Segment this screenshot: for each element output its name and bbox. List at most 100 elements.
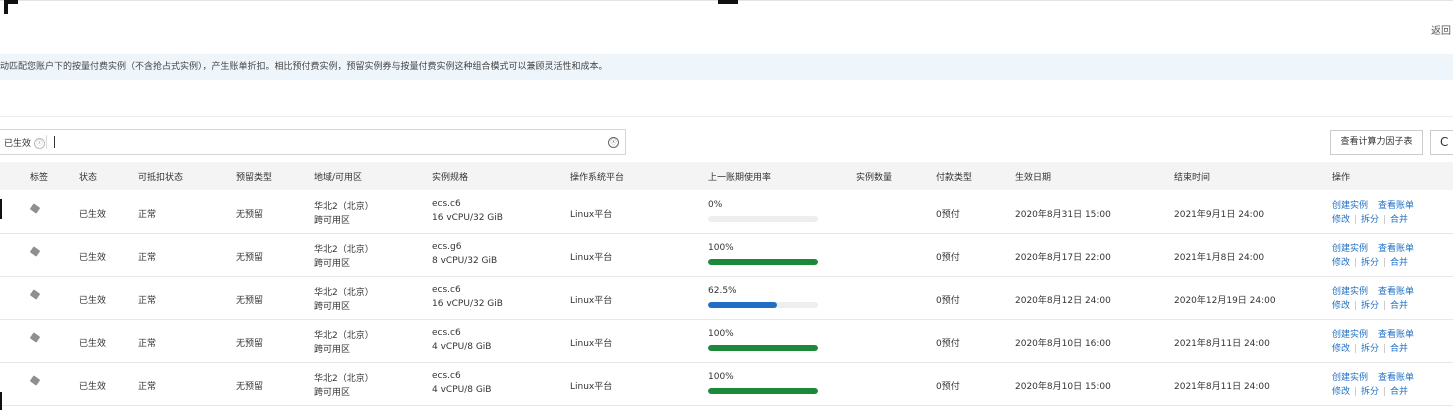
table-header: 标签 状态 可抵扣状态 预留类型 地域/可用区 实例规格 操作系统平台 上一账期… <box>0 162 1453 190</box>
end-date-cell: 2021年8月11日 24:00 <box>1174 339 1270 349</box>
column-header: 生效日期 <box>1015 173 1052 183</box>
clear-icon[interactable]: ⓧ <box>608 137 619 148</box>
spec-cell: ecs.g6 <box>432 242 462 252</box>
link-divider <box>1384 343 1386 353</box>
os-cell: Linux平台 <box>570 210 613 220</box>
modify-link[interactable]: 修改 <box>1332 215 1350 225</box>
tag-icon[interactable] <box>29 375 41 386</box>
column-header: 可抵扣状态 <box>138 173 184 183</box>
create-instance-link[interactable]: 创建实例 <box>1332 287 1368 297</box>
link-divider <box>1384 214 1386 224</box>
column-header: 实例规格 <box>432 173 469 183</box>
modify-link[interactable]: 修改 <box>1332 387 1350 397</box>
link-divider <box>1355 214 1357 224</box>
tag-icon[interactable] <box>29 203 41 214</box>
refresh-button[interactable]: C <box>1430 130 1453 155</box>
view-factor-table-button[interactable]: 查看计算力因子表 <box>1330 130 1423 155</box>
zone-cell: 跨可用区 <box>314 302 351 312</box>
actions-line-2: 修改 拆分 合并 <box>1332 384 1408 397</box>
start-date-cell: 2020年8月17日 22:00 <box>1015 253 1111 263</box>
actions-line-2: 修改 拆分 合并 <box>1332 212 1408 225</box>
tag-icon[interactable] <box>29 332 41 343</box>
region-cell: 华北2（北京） <box>314 202 374 212</box>
usage-label: 0% <box>708 200 723 210</box>
merge-link[interactable]: 合并 <box>1390 301 1408 311</box>
actions-line-1: 创建实例 查看账单 <box>1332 370 1414 383</box>
status-cell: 已生效 <box>79 210 107 220</box>
link-divider <box>1355 386 1357 396</box>
os-cell: Linux平台 <box>570 339 613 349</box>
back-link[interactable]: 返回 <box>1431 22 1453 37</box>
modify-link[interactable]: 修改 <box>1332 344 1350 354</box>
os-cell: Linux平台 <box>570 296 613 306</box>
end-date-cell: 2021年9月1日 24:00 <box>1174 210 1265 220</box>
start-date-cell: 2020年8月10日 15:00 <box>1015 382 1111 392</box>
table-row: 已生效 正常 无预留 华北2（北京） 跨可用区 ecs.c6 16 vCPU/3… <box>0 190 1453 234</box>
corner-mark <box>718 0 738 4</box>
start-date-cell: 2020年8月10日 16:00 <box>1015 339 1111 349</box>
filter-tag[interactable]: 已生效 ⓧ <box>4 136 46 149</box>
payment-cell: 0预付 <box>936 210 960 220</box>
spec-cell: ecs.c6 <box>432 199 461 209</box>
view-bill-link[interactable]: 查看账单 <box>1378 244 1414 254</box>
reserve-type-cell: 无预留 <box>236 253 264 263</box>
spec-cell: ecs.c6 <box>432 371 461 381</box>
column-header: 预留类型 <box>236 173 273 183</box>
filter-input[interactable] <box>60 133 604 153</box>
region-cell: 华北2（北京） <box>314 374 374 384</box>
column-header: 实例数量 <box>856 173 893 183</box>
section-divider <box>0 116 1453 117</box>
column-header: 操作系统平台 <box>570 173 625 183</box>
merge-link[interactable]: 合并 <box>1390 215 1408 225</box>
reserve-type-cell: 无预留 <box>236 339 264 349</box>
modify-link[interactable]: 修改 <box>1332 258 1350 268</box>
payment-cell: 0预付 <box>936 296 960 306</box>
spec-cell: ecs.c6 <box>432 328 461 338</box>
split-link[interactable]: 拆分 <box>1361 215 1379 225</box>
view-bill-link[interactable]: 查看账单 <box>1378 330 1414 340</box>
split-link[interactable]: 拆分 <box>1361 387 1379 397</box>
end-date-cell: 2020年12月19日 24:00 <box>1174 296 1276 306</box>
spec-detail-cell: 4 vCPU/8 GiB <box>432 385 492 395</box>
merge-link[interactable]: 合并 <box>1390 344 1408 354</box>
filter-bar[interactable]: 已生效 ⓧ ⓧ <box>0 129 626 155</box>
usage-label: 62.5% <box>708 286 737 296</box>
split-link[interactable]: 拆分 <box>1361 344 1379 354</box>
usage-bar <box>708 345 818 351</box>
actions-line-1: 创建实例 查看账单 <box>1332 241 1414 254</box>
usage-bar-fill <box>708 388 818 394</box>
view-bill-link[interactable]: 查看账单 <box>1378 373 1414 383</box>
payment-cell: 0预付 <box>936 382 960 392</box>
split-link[interactable]: 拆分 <box>1361 258 1379 268</box>
create-instance-link[interactable]: 创建实例 <box>1332 373 1368 383</box>
left-edge-mark <box>0 392 2 410</box>
create-instance-link[interactable]: 创建实例 <box>1332 330 1368 340</box>
status-cell: 已生效 <box>79 339 107 349</box>
filter-tag-label: 已生效 <box>4 139 32 149</box>
tag-close-icon[interactable]: ⓧ <box>34 138 46 149</box>
split-link[interactable]: 拆分 <box>1361 301 1379 311</box>
end-date-cell: 2021年1月8日 24:00 <box>1174 253 1265 263</box>
deduct-status-cell: 正常 <box>138 296 157 306</box>
tag-icon[interactable] <box>29 289 41 300</box>
column-header: 状态 <box>79 173 98 183</box>
payment-cell: 0预付 <box>936 339 960 349</box>
create-instance-link[interactable]: 创建实例 <box>1332 244 1368 254</box>
region-cell: 华北2（北京） <box>314 288 374 298</box>
view-bill-link[interactable]: 查看账单 <box>1378 201 1414 211</box>
zone-cell: 跨可用区 <box>314 216 351 226</box>
modify-link[interactable]: 修改 <box>1332 301 1350 311</box>
actions-line-1: 创建实例 查看账单 <box>1332 284 1414 297</box>
column-header: 操作 <box>1332 173 1351 183</box>
text-cursor <box>54 136 55 148</box>
merge-link[interactable]: 合并 <box>1390 387 1408 397</box>
tag-icon[interactable] <box>29 246 41 257</box>
zone-cell: 跨可用区 <box>314 259 351 269</box>
column-header: 上一账期使用率 <box>708 173 772 183</box>
deduct-status-cell: 正常 <box>138 210 157 220</box>
view-bill-link[interactable]: 查看账单 <box>1378 287 1414 297</box>
usage-label: 100% <box>708 329 734 339</box>
merge-link[interactable]: 合并 <box>1390 258 1408 268</box>
payment-cell: 0预付 <box>936 253 960 263</box>
create-instance-link[interactable]: 创建实例 <box>1332 201 1368 211</box>
